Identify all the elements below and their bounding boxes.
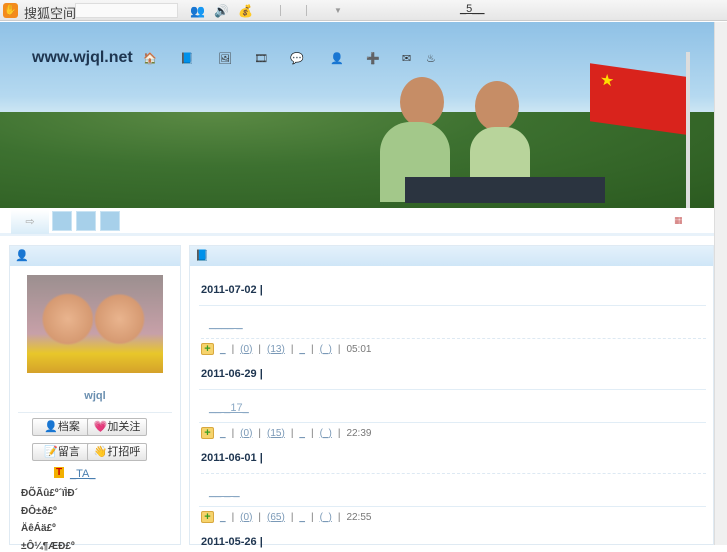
photo-icon[interactable]: 🖼 (218, 52, 232, 65)
children-photo (370, 77, 610, 208)
search-input[interactable] (75, 3, 178, 18)
flagpole (686, 52, 690, 208)
nav-tab[interactable] (52, 211, 72, 231)
home-icon[interactable]: 🏠 (143, 52, 157, 65)
comments-link[interactable]: (0) (240, 428, 252, 439)
banner: ★ www.wjql.net 🏠 📘 🖼 🎞 💬 👤 ➕ ✉ ♨ (0, 22, 714, 208)
mail-icon[interactable]: ✉ (402, 52, 411, 65)
comments-link[interactable]: (0) (240, 344, 252, 355)
blog-post: 2011-07-02 | ____ _ + _ | (0) | (13) | _ | (_) | 05… (199, 284, 706, 355)
post-title[interactable]: __ _ _ (209, 486, 706, 498)
divider (280, 5, 281, 16)
post-time: 22:39 (346, 427, 372, 439)
chat-bubble-icon[interactable]: 💬 (290, 52, 304, 65)
follow-button[interactable]: 💗加关注 (87, 418, 147, 436)
brand-name[interactable]: 搜狐空间 (24, 3, 76, 22)
blog-post: 2011-06-01 | __ _ _ + _ | (0) | (65) | _ | (_) | 22… (199, 452, 706, 523)
views-link[interactable]: (13) (267, 344, 285, 355)
avatar[interactable] (27, 275, 163, 373)
site-title[interactable]: www.wjql.net (32, 49, 133, 67)
action-link[interactable]: _ (220, 512, 226, 523)
post-date: 2011-05-26 | (201, 536, 263, 548)
plus-icon[interactable]: ➕ (366, 52, 380, 65)
user-icon: 👤 (15, 250, 29, 262)
ta-link[interactable]: _TA_ (70, 468, 95, 480)
page-number-link[interactable]: _5__ (460, 3, 484, 15)
message-button[interactable]: 📝留言 (32, 443, 92, 461)
post-date: 2011-06-29 | (201, 368, 263, 380)
info-extra: ±Ô¼¶ÆÐ£º (21, 541, 75, 552)
speaker-icon[interactable]: 🔊 (214, 4, 229, 18)
post-meta: + _ | (0) | (13) | _ | (_) | 05:01 (201, 343, 706, 355)
divider (306, 5, 307, 16)
action-link[interactable]: _ (299, 428, 305, 439)
profile-icon[interactable]: 👤 (330, 52, 344, 65)
views-link[interactable]: (15) (267, 428, 285, 439)
film-icon[interactable]: 🎞 (254, 52, 268, 65)
color-grid-icon[interactable]: ▦ (674, 215, 683, 226)
username[interactable]: wjql (10, 390, 180, 402)
divider (18, 412, 172, 413)
top-toolbar: ✋ 搜狐空间 👥 🔊 💰 ▼ _5__ (0, 0, 727, 21)
book-icon: 📘 (195, 250, 209, 262)
profile-panel: 👤 wjql 👤档案 💗加关注 📝留言 👋打招呼 T _TA_ ÐÕÃû£º´ï… (9, 245, 181, 552)
book-icon[interactable]: 📘 (180, 52, 194, 65)
home-tab[interactable]: ⇨ (11, 210, 49, 234)
nav-tab[interactable] (100, 211, 120, 231)
friends-icon[interactable]: 👥 (190, 4, 205, 18)
post-time: 05:01 (346, 343, 372, 355)
blog-post: 2011-06-29 | __ _17_ + _ | (0) | (15) | _ | (_) | 2… (199, 368, 706, 439)
teapot-icon[interactable]: ♨ (426, 52, 436, 65)
action-link[interactable]: _ (220, 428, 226, 439)
nav-bar: ⇨ ▦ (0, 208, 714, 236)
blog-post: 2011-05-26 | (201, 536, 706, 548)
post-date: 2011-06-01 | (201, 452, 263, 464)
post-title[interactable]: __ _17_ (209, 402, 706, 414)
t-badge-icon: T (54, 467, 65, 478)
info-age: ÄêÁä£º (21, 523, 56, 534)
sohu-logo-icon[interactable]: ✋ (3, 3, 18, 18)
action-link[interactable]: (_) (320, 344, 332, 355)
post-date: 2011-07-02 | (201, 284, 263, 296)
action-link[interactable]: (_) (320, 428, 332, 439)
profile-button[interactable]: 👤档案 (32, 418, 92, 436)
post-meta: + _ | (0) | (65) | _ | (_) | 22:55 (201, 511, 706, 523)
panel-header: 📘 (190, 246, 713, 266)
info-gender: ÐÔ±ð£º (21, 506, 57, 517)
post-meta: + _ | (0) | (15) | _ | (_) | 22:39 (201, 427, 706, 439)
nav-tab[interactable] (76, 211, 96, 231)
money-bag-icon[interactable]: 💰 (238, 4, 253, 18)
greet-button[interactable]: 👋打招呼 (87, 443, 147, 461)
panel-header: 👤 (10, 246, 180, 266)
info-name: ÐÕÃû£º´ïÌÐ´ (21, 488, 78, 499)
action-link[interactable]: _ (299, 344, 305, 355)
action-link[interactable]: _ (299, 512, 305, 523)
scrollbar[interactable] (714, 22, 727, 545)
views-link[interactable]: (65) (267, 512, 285, 523)
add-icon[interactable]: + (201, 427, 214, 439)
action-link[interactable]: (_) (320, 512, 332, 523)
dropdown-arrow-icon[interactable]: ▼ (334, 6, 342, 15)
add-icon[interactable]: + (201, 343, 214, 355)
blog-panel: 📘 2011-07-02 | ____ _ + _ | (0) | (13) | _ | (_) |… (189, 245, 714, 548)
action-link[interactable]: _ (220, 344, 226, 355)
post-title[interactable]: ____ _ (209, 318, 706, 330)
post-time: 22:55 (346, 511, 372, 523)
add-icon[interactable]: + (201, 511, 214, 523)
comments-link[interactable]: (0) (240, 512, 252, 523)
